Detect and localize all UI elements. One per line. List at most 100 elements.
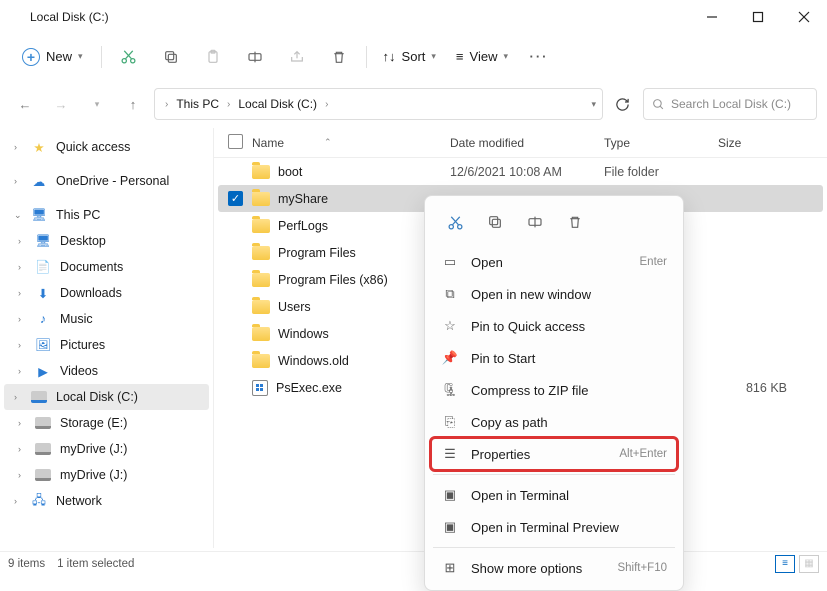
new-button[interactable]: + New ▾ — [12, 42, 93, 72]
ctx-delete-button[interactable] — [557, 206, 593, 238]
cut-button[interactable] — [110, 41, 148, 73]
column-date[interactable]: Date modified — [450, 136, 604, 150]
new-label: New — [46, 49, 72, 64]
sidebar-downloads[interactable]: ›⬇Downloads — [0, 280, 213, 306]
breadcrumb-current[interactable]: Local Disk (C:) — [234, 95, 321, 113]
details-view-button[interactable]: ≡ — [775, 555, 795, 573]
title-bar: Local Disk (C:) — [0, 0, 827, 34]
path-icon: ⎘ — [441, 414, 459, 430]
breadcrumb-thispc[interactable]: This PC — [172, 95, 223, 113]
open-icon: ▭ — [441, 254, 459, 270]
folder-icon — [252, 273, 270, 287]
more-icon: ⊞ — [441, 560, 459, 576]
column-name[interactable]: Name⌃ — [252, 136, 450, 150]
sort-label: Sort — [402, 49, 426, 64]
refresh-button[interactable] — [607, 89, 637, 119]
file-name: myShare — [278, 192, 328, 206]
row-checkbox[interactable]: ✓ — [228, 191, 243, 206]
ctx-pin-start[interactable]: 📌Pin to Start — [431, 342, 677, 374]
file-name: Users — [278, 300, 311, 314]
ctx-open-terminal-preview[interactable]: ▣Open in Terminal Preview — [431, 511, 677, 543]
folder-icon — [252, 327, 270, 341]
sidebar-mydrive-j2[interactable]: ›myDrive (J:) — [0, 462, 213, 488]
ctx-show-more[interactable]: ⊞Show more optionsShift+F10 — [431, 552, 677, 584]
videos-icon: ▶ — [34, 362, 52, 380]
pictures-icon: 🖼 — [34, 336, 52, 354]
select-all-checkbox[interactable] — [228, 134, 243, 149]
ctx-copy-path[interactable]: ⎘Copy as path — [431, 406, 677, 438]
minimize-button[interactable] — [689, 0, 735, 34]
ctx-open-terminal[interactable]: ▣Open in Terminal — [431, 479, 677, 511]
sidebar-network[interactable]: ›🖧Network — [0, 488, 213, 514]
sort-icon: ↑↓ — [383, 49, 396, 64]
status-bar: 9 items 1 item selected ≡ ▦ — [0, 551, 827, 575]
drive-icon — [34, 440, 52, 458]
music-icon: ♪ — [34, 310, 52, 328]
more-button[interactable]: ··· — [520, 41, 558, 73]
chevron-right-icon: › — [325, 99, 328, 110]
sidebar-quick-access[interactable]: ›★Quick access — [0, 134, 213, 160]
column-size[interactable]: Size — [718, 136, 827, 150]
ctx-properties[interactable]: ☰PropertiesAlt+Enter — [431, 438, 677, 470]
view-label: View — [470, 49, 498, 64]
rename-button[interactable] — [236, 41, 274, 73]
folder-icon — [252, 165, 270, 179]
back-button[interactable]: ← — [10, 89, 40, 119]
ctx-open[interactable]: ▭OpenEnter — [431, 246, 677, 278]
maximize-button[interactable] — [735, 0, 781, 34]
sidebar-storage-e[interactable]: ›Storage (E:) — [0, 410, 213, 436]
sidebar-thispc[interactable]: ⌄🖥This PC — [0, 202, 213, 228]
paste-button[interactable] — [194, 41, 232, 73]
sidebar-onedrive[interactable]: ›☁OneDrive - Personal — [0, 168, 213, 194]
view-icon: ≡ — [456, 49, 464, 64]
delete-button[interactable] — [320, 41, 358, 73]
search-input[interactable]: Search Local Disk (C:) — [643, 88, 817, 120]
file-name: Program Files — [278, 246, 356, 260]
file-name: Program Files (x86) — [278, 273, 388, 287]
search-icon — [652, 98, 665, 111]
drive-icon — [30, 388, 48, 406]
drive-icon — [34, 466, 52, 484]
sidebar-music[interactable]: ›♪Music — [0, 306, 213, 332]
ctx-pin-quick[interactable]: ☆Pin to Quick access — [431, 310, 677, 342]
pc-icon: 🖥 — [30, 206, 48, 224]
sidebar-mydrive-j1[interactable]: ›myDrive (J:) — [0, 436, 213, 462]
sidebar-videos[interactable]: ›▶Videos — [0, 358, 213, 384]
drive-icon — [8, 9, 24, 25]
copy-button[interactable] — [152, 41, 190, 73]
recent-button[interactable]: ▾ — [82, 89, 112, 119]
ctx-compress-zip[interactable]: 🗜Compress to ZIP file — [431, 374, 677, 406]
sidebar-desktop[interactable]: ›🖥Desktop — [0, 228, 213, 254]
chevron-down-icon: ▾ — [78, 51, 83, 62]
properties-icon: ☰ — [441, 446, 459, 462]
share-button[interactable] — [278, 41, 316, 73]
window-title: Local Disk (C:) — [30, 10, 689, 24]
file-row[interactable]: boot12/6/2021 10:08 AMFile folder — [214, 158, 827, 185]
chevron-right-icon: › — [227, 99, 230, 110]
view-button[interactable]: ≡ View ▾ — [448, 45, 516, 68]
file-name: Windows.old — [278, 354, 349, 368]
terminal-icon: ▣ — [441, 487, 459, 503]
ctx-cut-button[interactable] — [437, 206, 473, 238]
thumbnails-view-button[interactable]: ▦ — [799, 555, 819, 573]
forward-button[interactable]: → — [46, 89, 76, 119]
ctx-open-new-window[interactable]: ⧉Open in new window — [431, 278, 677, 310]
file-name: PerfLogs — [278, 219, 328, 233]
close-button[interactable] — [781, 0, 827, 34]
file-date: 12/6/2021 10:08 AM — [450, 165, 604, 179]
sidebar-documents[interactable]: ›📄Documents — [0, 254, 213, 280]
star-icon: ☆ — [441, 318, 459, 334]
column-type[interactable]: Type — [604, 136, 718, 150]
ctx-rename-button[interactable] — [517, 206, 553, 238]
chevron-down-icon: ▾ — [431, 51, 436, 62]
chevron-down-icon[interactable]: ▾ — [591, 99, 596, 110]
sidebar-pictures[interactable]: ›🖼Pictures — [0, 332, 213, 358]
search-placeholder: Search Local Disk (C:) — [671, 97, 791, 111]
up-button[interactable]: ↑ — [118, 89, 148, 119]
file-type: File folder — [604, 165, 718, 179]
sidebar-local-disk-c[interactable]: ›Local Disk (C:) — [4, 384, 209, 410]
context-menu: ▭OpenEnter ⧉Open in new window ☆Pin to Q… — [424, 195, 684, 591]
sort-button[interactable]: ↑↓ Sort ▾ — [375, 45, 444, 68]
ctx-copy-button[interactable] — [477, 206, 513, 238]
address-bar[interactable]: › This PC › Local Disk (C:) › ▾ — [154, 88, 603, 120]
